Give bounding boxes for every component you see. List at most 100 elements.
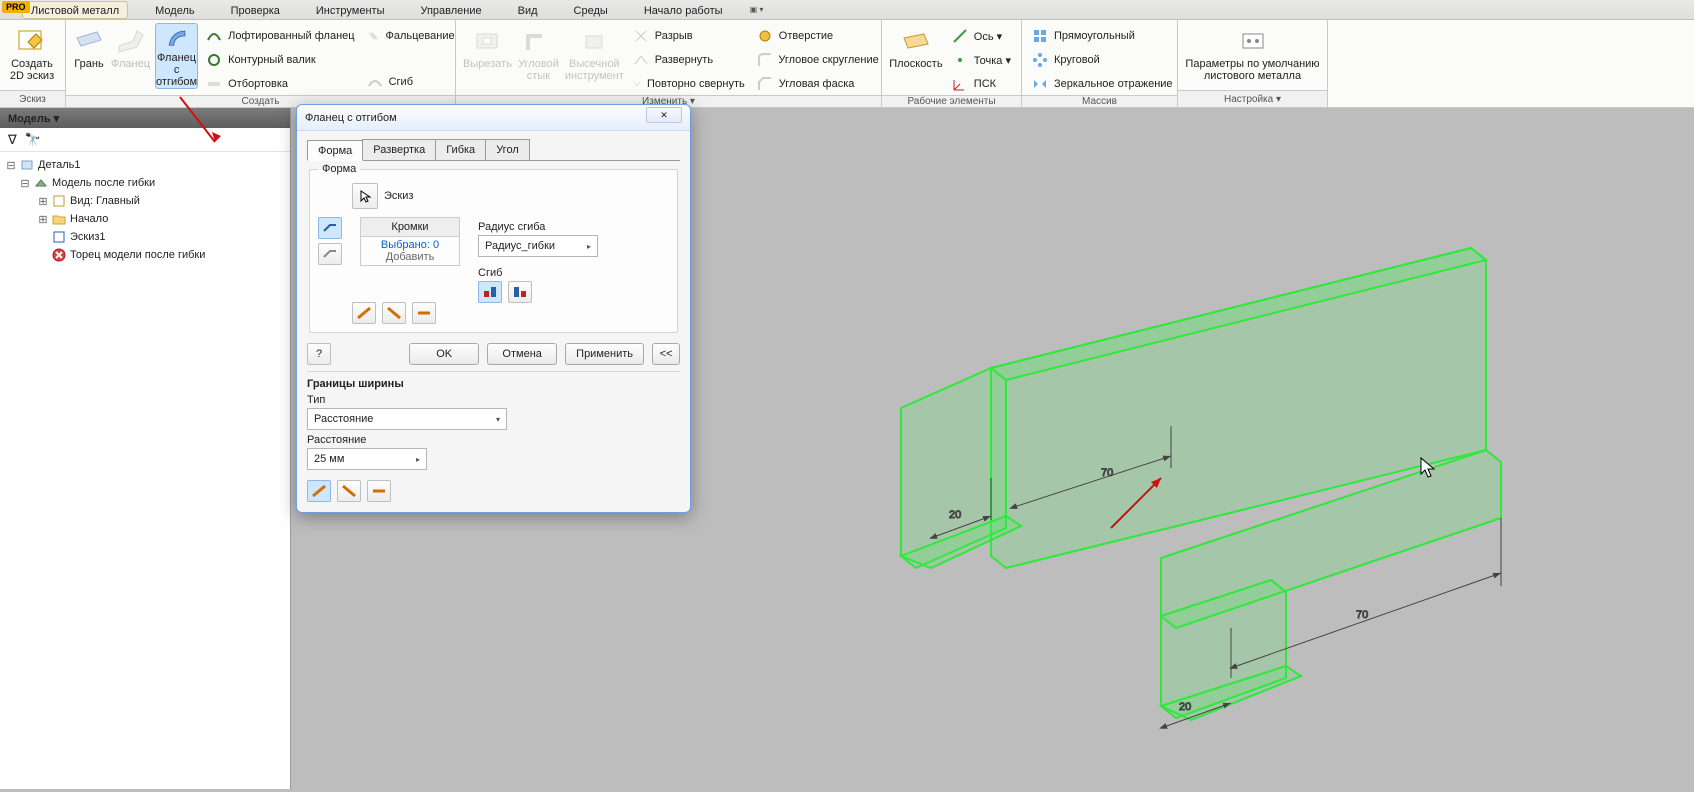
ok-button[interactable]: OK [409, 343, 479, 365]
model-browser-header[interactable]: Модель ▾ [0, 108, 290, 128]
fold1-icon [482, 285, 498, 299]
bend-small-button[interactable]: Сгиб [363, 71, 459, 93]
profile-mode-1-button[interactable] [318, 217, 342, 239]
tree-view[interactable]: ⊞Вид: Главный [6, 192, 284, 210]
dim-70a: 70 [1101, 467, 1113, 479]
point-button[interactable]: Точка ▾ [948, 49, 1015, 71]
dialog-close-button[interactable]: ✕ [646, 107, 682, 123]
refold-button[interactable]: Повторно свернуть [629, 73, 749, 95]
filter-icon[interactable]: ∇ [8, 132, 17, 148]
menu-overflow-icon[interactable]: ▣ ▾ [750, 5, 764, 14]
hole-icon [757, 28, 773, 44]
loft-flange-label: Лофтированный фланец [228, 30, 355, 42]
rect-array-label: Прямоугольный [1054, 30, 1135, 42]
tab-angle[interactable]: Угол [485, 139, 530, 160]
loft-flange-button[interactable]: Лофтированный фланец [202, 25, 359, 47]
menu-tab-sheetmetal[interactable]: Листовой металл [22, 1, 128, 19]
off2-icon [386, 306, 402, 320]
unfold-button[interactable]: Развернуть [629, 49, 749, 71]
chamfer-button[interactable]: Угловая фаска [753, 73, 883, 95]
fold-icon [367, 28, 380, 44]
width-offset-3-button[interactable] [367, 480, 391, 502]
tree-sketch[interactable]: Эскиз1 [6, 228, 284, 246]
rect-array-icon [1032, 28, 1048, 44]
split-button[interactable]: Разрыв [629, 25, 749, 47]
ucs-button[interactable]: ПСК [948, 73, 1015, 95]
tab-unfold[interactable]: Развертка [362, 139, 436, 160]
menu-tab-inspect[interactable]: Проверка [222, 1, 289, 19]
fold-mode-2-button[interactable] [508, 281, 532, 303]
menu-tab-view[interactable]: Вид [509, 1, 547, 19]
width-offset-2-button[interactable] [337, 480, 361, 502]
flange-dialog[interactable]: Фланец с отгибом ✕ Форма Развертка Гибка… [296, 104, 691, 513]
corner-seam-button[interactable]: Угловой стык [517, 23, 560, 89]
mirror-button[interactable]: Зеркальное отражение [1028, 73, 1177, 95]
menu-tab-tools[interactable]: Инструменты [307, 1, 394, 19]
tree-root-part[interactable]: ⊟Деталь1 [6, 156, 284, 174]
offset-mode-2-button[interactable] [382, 302, 406, 324]
ribbon-group-setup-label: Настройка ▾ [1178, 90, 1327, 107]
type-field[interactable]: Расстояние ▾ [307, 408, 507, 430]
trim-icon [206, 76, 222, 92]
distance-field[interactable]: 25 мм▸ [307, 448, 427, 470]
point-icon [952, 52, 968, 68]
round-button[interactable]: Угловое скругление [753, 49, 883, 71]
ucs-icon [952, 76, 968, 92]
ribbon-group-array-label: Массив [1022, 95, 1177, 107]
chevron-down-icon: ▾ [496, 415, 500, 424]
edges-add-label[interactable]: Добавить [386, 251, 435, 263]
refold-label: Повторно свернуть [647, 78, 745, 90]
edges-header: Кромки [361, 218, 459, 237]
face-button[interactable]: Грань [72, 23, 106, 89]
fold-mode-1-button[interactable] [478, 281, 502, 303]
rect-array-button[interactable]: Прямоугольный [1028, 25, 1177, 47]
tree-end[interactable]: Торец модели после гибки [6, 246, 284, 264]
plane-button[interactable]: Плоскость [888, 23, 944, 89]
defaults-button[interactable]: Параметры по умолчанию листового металла [1184, 23, 1321, 89]
menu-tab-environments[interactable]: Среды [565, 1, 617, 19]
cancel-button[interactable]: Отмена [487, 343, 557, 365]
offset-mode-3-button[interactable] [412, 302, 436, 324]
tab-form[interactable]: Форма [307, 140, 363, 161]
tree-folded-model[interactable]: ⊟Модель после гибки [6, 174, 284, 192]
offset-mode-1-button[interactable] [352, 302, 376, 324]
type-value: Расстояние [314, 413, 373, 425]
menu-tab-model[interactable]: Модель [146, 1, 203, 19]
chamfer-label: Угловая фаска [779, 78, 855, 90]
trim-button[interactable]: Отбортовка [202, 73, 359, 95]
circ-array-button[interactable]: Круговой [1028, 49, 1177, 71]
collapse-button[interactable]: << [652, 343, 680, 365]
hole-button[interactable]: Отверстие [753, 25, 883, 47]
flange-with-bend-button[interactable]: Фланец с отгибом [155, 23, 198, 89]
select-sketch-button[interactable] [352, 183, 378, 209]
model-browser-panel: Модель ▾ ∇ 🔭 ⊟Деталь1 ⊟Модель после гибк… [0, 108, 291, 789]
help-button[interactable]: ? [307, 343, 331, 365]
cut-button[interactable]: Вырезать [462, 23, 513, 89]
fold-label: Сгиб [478, 267, 598, 279]
flange-dialog-title: Фланец с отгибом [305, 112, 397, 124]
profile2-icon [322, 247, 338, 261]
flange-dialog-titlebar[interactable]: Фланец с отгибом ✕ [297, 105, 690, 131]
bend-radius-field[interactable]: Радиус_гибки▸ [478, 235, 598, 257]
woff2-icon [341, 484, 357, 498]
tab-bend[interactable]: Гибка [435, 139, 486, 160]
split-icon [633, 28, 649, 44]
contour-roll-button[interactable]: Контурный валик [202, 49, 359, 71]
tree-origin[interactable]: ⊞Начало [6, 210, 284, 228]
ribbon-group-work-label: Рабочие элементы [882, 95, 1021, 107]
search-icon[interactable]: 🔭 [25, 132, 41, 148]
axis-button[interactable]: Ось ▾ [948, 25, 1015, 47]
punch-button[interactable]: Высечной инструмент [564, 23, 625, 89]
bend-small-label: Сгиб [389, 76, 413, 88]
apply-button[interactable]: Применить [565, 343, 644, 365]
width-offset-1-button[interactable] [307, 480, 331, 502]
menu-tab-getstarted[interactable]: Начало работы [635, 1, 732, 19]
profile-mode-2-button[interactable] [318, 243, 342, 265]
create-2d-sketch-button[interactable]: Создать 2D эскиз [6, 23, 58, 89]
bend-small-icon [367, 74, 383, 90]
menu-tab-manage[interactable]: Управление [411, 1, 490, 19]
fold-button[interactable]: Фальцевание [363, 25, 459, 47]
flange-button[interactable]: Фланец [110, 23, 151, 89]
edges-selected-link[interactable]: Выбрано: 0 [381, 239, 439, 251]
select-sketch-label: Эскиз [384, 190, 413, 202]
